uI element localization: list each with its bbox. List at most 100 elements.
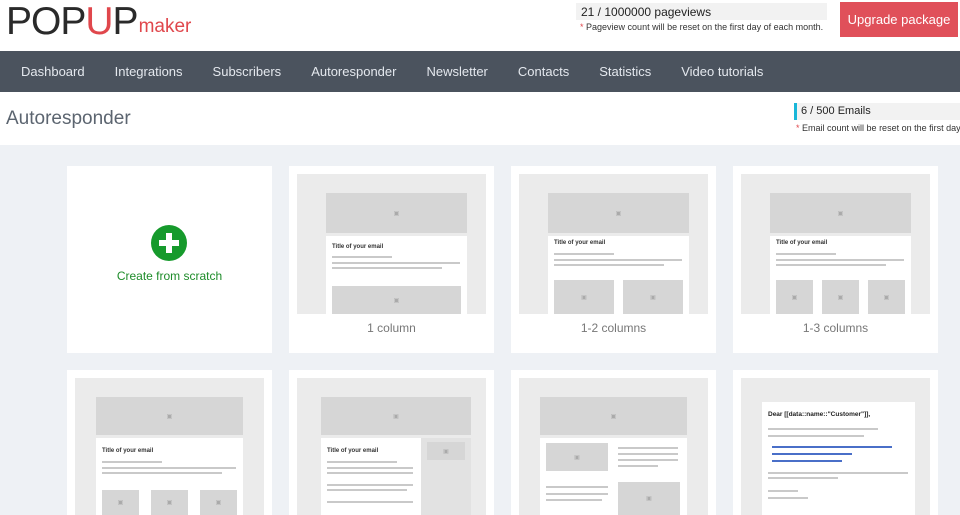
text-line	[768, 435, 864, 437]
link-line	[772, 453, 852, 455]
email-title-text: Title of your email	[327, 448, 379, 454]
template-preview: Title of your email	[741, 174, 930, 314]
text-line	[768, 428, 878, 430]
text-line	[327, 467, 413, 469]
image-placeholder-icon	[102, 490, 139, 515]
create-from-scratch-label: Create from scratch	[116, 269, 223, 283]
image-placeholder-icon	[618, 482, 680, 515]
text-line	[546, 493, 608, 495]
image-placeholder-icon	[548, 193, 689, 233]
template-preview: Title of your email	[75, 378, 264, 515]
template-card[interactable]: Dear [[data::name::"Customer"]],	[733, 370, 938, 515]
text-line	[776, 253, 836, 255]
template-preview	[519, 378, 708, 515]
text-line	[327, 489, 407, 491]
email-title-text: Title of your email	[776, 240, 828, 246]
email-greeting-text: Dear [[data::name::"Customer"]],	[768, 411, 871, 418]
text-line	[554, 253, 614, 255]
template-label: 1-2 columns	[580, 321, 647, 335]
nav-newsletter[interactable]: Newsletter	[426, 64, 487, 79]
template-create-from-scratch[interactable]: Create from scratch	[67, 166, 272, 353]
text-line	[618, 453, 678, 455]
page-title-bar: Autoresponder 6 / 500 Emails * Email cou…	[0, 92, 960, 145]
nav-autoresponder[interactable]: Autoresponder	[311, 64, 396, 79]
email-body: Dear [[data::name::"Customer"]],	[762, 402, 915, 515]
template-card[interactable]: Title of your email	[67, 370, 272, 515]
text-line	[327, 501, 413, 503]
nav-integrations[interactable]: Integrations	[115, 64, 183, 79]
text-line	[768, 472, 908, 474]
email-title-text: Title of your email	[554, 240, 606, 246]
image-placeholder-icon	[200, 490, 237, 515]
template-label: 1 column	[367, 321, 416, 335]
email-body: Title of your email	[321, 438, 471, 515]
main-nav: Dashboard Integrations Subscribers Autor…	[0, 51, 960, 92]
nav-dashboard[interactable]: Dashboard	[21, 64, 85, 79]
text-line	[102, 467, 236, 469]
text-line	[332, 262, 460, 264]
nav-subscribers[interactable]: Subscribers	[213, 64, 282, 79]
page-title: Autoresponder	[6, 108, 131, 129]
link-line	[772, 460, 842, 462]
image-placeholder-icon	[326, 193, 467, 233]
email-reset-note: * Email count will be reset on the first…	[796, 123, 960, 133]
text-line	[554, 264, 664, 266]
image-placeholder-icon	[770, 193, 911, 233]
email-counter: 6 / 500 Emails	[794, 103, 960, 120]
text-line	[618, 459, 678, 461]
image-placeholder-icon	[623, 280, 683, 314]
text-line	[546, 486, 608, 488]
email-body	[540, 438, 687, 515]
popupmaker-logo[interactable]: POPUP maker	[6, 2, 191, 42]
text-line	[776, 259, 904, 261]
image-placeholder-icon	[540, 397, 687, 435]
template-preview: Dear [[data::name::"Customer"]],	[741, 378, 930, 515]
pageview-counter: 21 / 1000000 pageviews	[576, 3, 827, 20]
image-placeholder-icon	[776, 280, 813, 314]
image-placeholder-icon	[546, 443, 608, 471]
logo-wordmark: POPUP	[6, 0, 139, 43]
image-placeholder-icon	[151, 490, 188, 515]
text-line	[327, 484, 413, 486]
text-line	[776, 264, 886, 266]
email-title-text: Title of your email	[332, 244, 384, 250]
template-preview: Title of your email	[297, 174, 486, 314]
image-placeholder-icon	[427, 442, 465, 460]
template-1-column[interactable]: Title of your email 1 column	[289, 166, 494, 353]
image-placeholder-icon	[321, 397, 471, 435]
nav-statistics[interactable]: Statistics	[599, 64, 651, 79]
image-placeholder-icon	[96, 397, 243, 435]
plus-circle-icon	[151, 225, 187, 261]
text-line	[768, 477, 838, 479]
nav-video-tutorials[interactable]: Video tutorials	[681, 64, 763, 79]
text-line	[546, 499, 602, 501]
text-line	[768, 497, 808, 499]
upgrade-package-button[interactable]: Upgrade package	[840, 2, 958, 37]
image-placeholder-icon	[332, 286, 461, 314]
text-line	[102, 472, 222, 474]
logo-maker-text: maker	[138, 16, 192, 37]
template-preview: Title of your email	[519, 174, 708, 314]
template-card[interactable]	[511, 370, 716, 515]
nav-contacts[interactable]: Contacts	[518, 64, 569, 79]
pageview-reset-note: * Pageview count will be reset on the fi…	[580, 22, 824, 32]
text-line	[554, 259, 682, 261]
text-line	[102, 461, 162, 463]
template-1-3-columns[interactable]: Title of your email 1-3 columns	[733, 166, 938, 353]
text-line	[768, 490, 798, 492]
template-1-2-columns[interactable]: Title of your email 1-2 columns	[511, 166, 716, 353]
text-line	[327, 472, 413, 474]
email-title-text: Title of your email	[102, 448, 154, 454]
text-line	[327, 461, 397, 463]
template-label: 1-3 columns	[802, 321, 869, 335]
image-placeholder-icon	[822, 280, 859, 314]
link-line	[772, 446, 892, 448]
image-placeholder-icon	[868, 280, 905, 314]
email-body: Title of your email	[548, 236, 689, 314]
template-preview: Title of your email	[297, 378, 486, 515]
text-line	[332, 267, 442, 269]
template-card[interactable]: Title of your email	[289, 370, 494, 515]
image-placeholder-icon	[554, 280, 614, 314]
top-header: POPUP maker 21 / 1000000 pageviews * Pag…	[0, 0, 960, 51]
text-line	[332, 256, 392, 258]
